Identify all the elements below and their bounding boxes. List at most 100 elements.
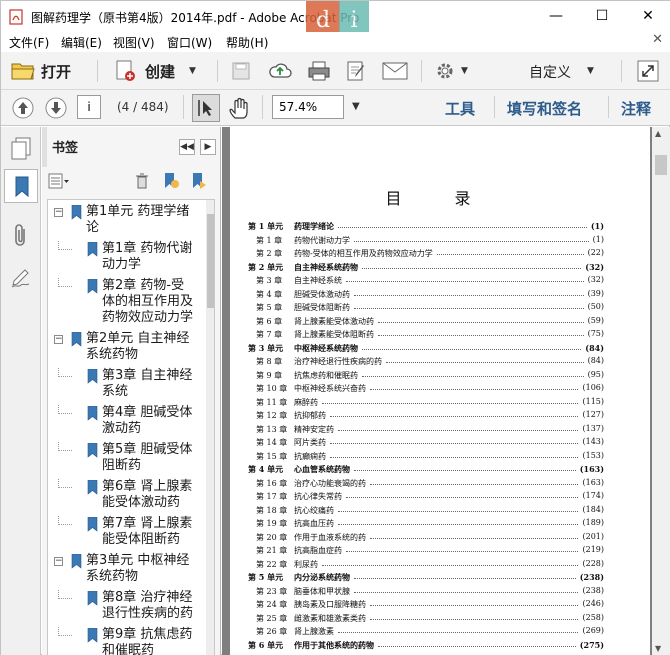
- bookmark-item[interactable]: 第3章 自主神经 系统: [48, 368, 204, 404]
- bookmarks-scrollbar[interactable]: [206, 200, 214, 655]
- toc-chapter-row[interactable]: 第 23 章脑垂体和甲状腺 (238): [248, 586, 604, 599]
- document-scrollbar[interactable]: ▲ ▼: [652, 127, 670, 655]
- toc-leader-dots: [436, 254, 584, 255]
- toc-chapter-row[interactable]: 第 17 章抗心律失常药 (174): [248, 491, 604, 504]
- menu-file[interactable]: 文件(F): [9, 34, 49, 51]
- menu-view[interactable]: 视图(V): [113, 34, 155, 51]
- maximize-button[interactable]: ☐: [579, 1, 625, 31]
- hand-tool-icon[interactable]: [227, 96, 253, 122]
- toc-chapter-row[interactable]: 第 7 章 肾上腺素能受体阻断药 (75): [248, 329, 604, 342]
- document-close-icon[interactable]: ✕: [652, 32, 663, 47]
- email-icon[interactable]: [382, 62, 408, 80]
- next-page-icon[interactable]: [44, 96, 68, 120]
- toc-chapter-row[interactable]: 第 5 章 胆碱受体阻断药 (50): [248, 302, 604, 315]
- bookmark-item[interactable]: − 第2单元 自主神经 系统药物: [48, 331, 204, 367]
- toc-chapter-row[interactable]: 第 15 章抗癫痫药 (153): [248, 451, 604, 464]
- collapse-toggle-icon[interactable]: −: [54, 335, 63, 344]
- toc-chapter-row[interactable]: 第 24 章胰岛素及口服降糖药 (246): [248, 599, 604, 612]
- toc-chapter-row[interactable]: 第 18 章抗心绞痛药 (184): [248, 505, 604, 518]
- toc-chapter-row[interactable]: 第 16 章治疗心功能衰竭的药 (163): [248, 478, 604, 491]
- scroll-up-icon[interactable]: ▲: [655, 129, 661, 138]
- bookmark-item[interactable]: − 第1单元 药理学绪论: [48, 204, 204, 240]
- toc-chapter-title: 胆碱受体激动药: [294, 289, 350, 299]
- fill-sign-link[interactable]: 填写和签名: [507, 98, 582, 119]
- toc-chapter-number: 第 26 章: [256, 627, 288, 636]
- comment-link[interactable]: 注释: [621, 98, 651, 119]
- menu-edit[interactable]: 编辑(E): [61, 34, 102, 51]
- customize-label[interactable]: 自定义: [529, 62, 571, 82]
- toc-unit-row[interactable]: 第 5 单元 内分泌系统药物 (238): [248, 572, 604, 585]
- toc-chapter-row[interactable]: 第 14 章阿片类药 (143): [248, 437, 604, 450]
- bookmark-item[interactable]: 第8章 治疗神经 退行性疾病的药: [48, 590, 204, 626]
- toc-chapter-row[interactable]: 第 10 章中枢神经系统兴奋药 (106): [248, 383, 604, 396]
- bookmark-item[interactable]: − 第3单元 中枢神经 系统药物: [48, 553, 204, 589]
- toc-chapter-row[interactable]: 第 6 章 肾上腺素能受体激动药 (59): [248, 316, 604, 329]
- attachments-icon[interactable]: [11, 223, 31, 249]
- menu-window[interactable]: 窗口(W): [167, 34, 212, 51]
- toc-chapter-row[interactable]: 第 8 章 治疗神经退行性疾病的药 (84): [248, 356, 604, 369]
- toc-chapter-title: 中枢神经系统药物: [294, 342, 358, 353]
- print-icon[interactable]: [307, 60, 331, 82]
- toc-chapter-row[interactable]: 第 3 章 自主神经系统 (32): [248, 275, 604, 288]
- select-tool-button[interactable]: [192, 94, 220, 122]
- options-menu-icon[interactable]: [48, 173, 70, 189]
- bookmarks-scroll-thumb[interactable]: [207, 214, 214, 308]
- page-number-input[interactable]: i: [77, 95, 101, 119]
- menu-help[interactable]: 帮助(H): [226, 34, 268, 51]
- toc-unit-row[interactable]: 第 6 单元 作用于其他系统的药物 (275): [248, 640, 604, 653]
- zoom-dropdown-icon[interactable]: ▼: [352, 101, 360, 112]
- previous-page-icon[interactable]: [11, 96, 35, 120]
- bookmark-item[interactable]: 第9章 抗焦虑药 和催眠药: [48, 627, 204, 655]
- zoom-input[interactable]: 57.4%: [272, 95, 344, 119]
- expand-view-icon[interactable]: [637, 60, 659, 82]
- delete-bookmark-icon[interactable]: [134, 173, 150, 189]
- close-panel-button[interactable]: ▶: [200, 139, 216, 155]
- save-icon[interactable]: [231, 61, 251, 81]
- toc-unit-row[interactable]: 第 2 单元 自主神经系统药物 (32): [248, 262, 604, 275]
- toc-chapter-row[interactable]: 第 13 章精神安定药 (137): [248, 424, 604, 437]
- edit-document-icon[interactable]: [346, 60, 368, 82]
- signatures-icon[interactable]: [10, 267, 32, 289]
- panel-resize-handle[interactable]: [42, 127, 47, 167]
- toc-chapter-row[interactable]: 第 19 章抗高血压药 (189): [248, 518, 604, 531]
- bookmark-item[interactable]: 第7章 肾上腺素 能受体阻断药: [48, 516, 204, 552]
- create-button[interactable]: 创建 ▼: [111, 56, 201, 86]
- toc-chapter-row[interactable]: 第 20 章作用于血液系统的药 (201): [248, 532, 604, 545]
- close-button[interactable]: ✕: [625, 1, 670, 31]
- gear-icon[interactable]: [435, 61, 455, 81]
- settings-dropdown-icon[interactable]: ▼: [461, 66, 468, 76]
- toc-chapter-row[interactable]: 第 12 章抗抑郁药 (127): [248, 410, 604, 423]
- bookmark-item[interactable]: 第4章 胆碱受体 激动药: [48, 405, 204, 441]
- expand-bookmark-icon[interactable]: [190, 172, 208, 190]
- cloud-upload-icon[interactable]: [268, 60, 292, 82]
- page-thumbnails-icon[interactable]: [10, 137, 32, 161]
- bookmark-item[interactable]: 第1章 药物代谢 动力学: [48, 241, 204, 277]
- bookmark-item[interactable]: 第5章 胆碱受体 阻断药: [48, 442, 204, 478]
- toc-chapter-row[interactable]: 第 21 章抗高脂血症药 (219): [248, 545, 604, 558]
- toc-chapter-row[interactable]: 第 4 章 胆碱受体激动药 (39): [248, 289, 604, 302]
- toc-leader-dots: [354, 591, 579, 593]
- toc-chapter-row[interactable]: 第 11 章麻醉药 (115): [248, 397, 604, 410]
- toc-chapter-row[interactable]: 第 9 章 抗焦虑药和催眠药 (95): [248, 370, 604, 383]
- toc-unit-row[interactable]: 第 4 单元 心血管系统药物 (163): [248, 464, 604, 477]
- toc-chapter-row[interactable]: 第 1 章 药物代谢动力学 (1): [248, 235, 604, 248]
- customize-dropdown-icon[interactable]: ▼: [587, 66, 594, 76]
- toc-chapter-row[interactable]: 第 26 章肾上腺激素 (269): [248, 626, 604, 639]
- collapse-toggle-icon[interactable]: −: [54, 208, 63, 217]
- tools-link[interactable]: 工具: [445, 98, 475, 119]
- bookmark-item[interactable]: 第2章 药物-受 体的相互作用及 药物效应动力学: [48, 278, 204, 330]
- collapse-toggle-icon[interactable]: −: [54, 557, 63, 566]
- toc-chapter-row[interactable]: 第 2 章 药物-受体的相互作用及药物效应动力学 (22): [248, 248, 604, 261]
- toc-chapter-row[interactable]: 第 22 章利尿药 (228): [248, 559, 604, 572]
- bookmark-item[interactable]: 第6章 肾上腺素 能受体激动药: [48, 479, 204, 515]
- open-button[interactable]: 打开: [7, 56, 83, 86]
- scroll-down-icon[interactable]: ▼: [655, 644, 661, 653]
- toc-unit-row[interactable]: 第 3 单元 中枢神经系统药物 (84): [248, 343, 604, 356]
- toc-chapter-row[interactable]: 第 25 章雌激素和雄激素类药 (258): [248, 613, 604, 626]
- collapse-panel-button[interactable]: ◀◀: [179, 139, 195, 155]
- new-bookmark-icon[interactable]: [162, 172, 180, 190]
- minimize-button[interactable]: —: [533, 1, 579, 31]
- toc-unit-row[interactable]: 第 1 单元 药理学绪论 (1): [248, 221, 604, 234]
- document-scroll-thumb[interactable]: [655, 155, 667, 175]
- bookmarks-panel-tab[interactable]: [4, 169, 38, 203]
